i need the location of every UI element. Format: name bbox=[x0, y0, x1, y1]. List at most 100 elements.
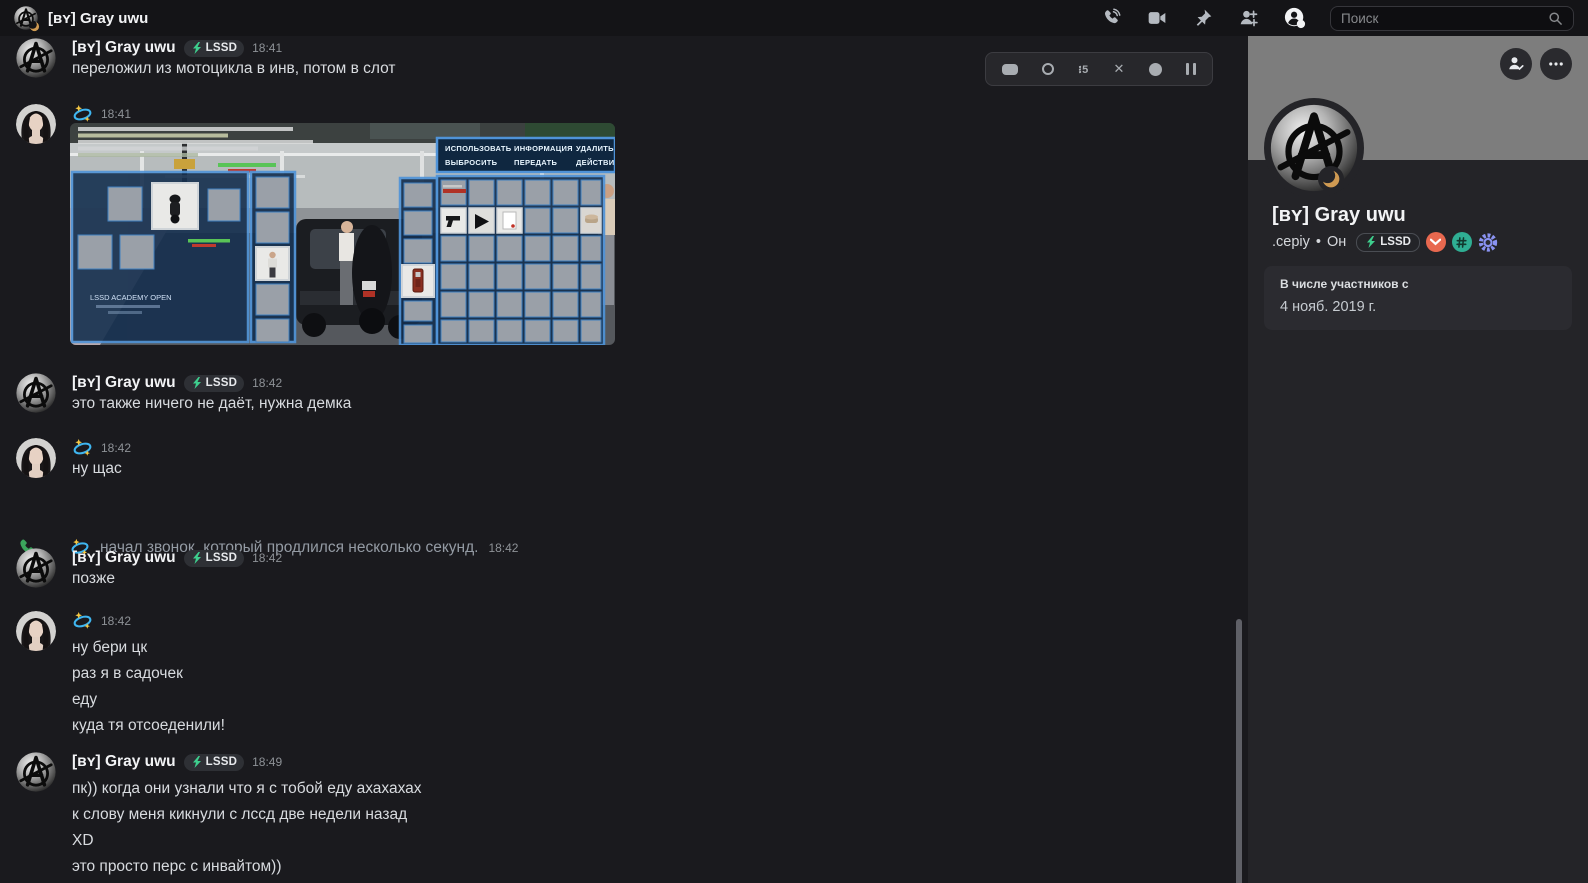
message-group: 18:42 ну щас bbox=[16, 438, 1196, 480]
inventory-grid bbox=[437, 176, 604, 345]
message-author[interactable]: [ʙʏ] Gray uwu bbox=[72, 549, 176, 567]
avatar-girl[interactable] bbox=[16, 611, 56, 651]
message-group: [ʙʏ] Gray uwu LSSD 18:49 пк)) когда они … bbox=[16, 752, 1196, 876]
message-timestamp: 18:42 bbox=[101, 614, 131, 628]
search-input[interactable] bbox=[1341, 11, 1540, 26]
comet-stars-emoji[interactable] bbox=[72, 611, 93, 632]
message-timestamp: 18:42 bbox=[252, 376, 282, 390]
dm-title[interactable]: [ʙʏ] Gray uwu bbox=[48, 10, 148, 27]
inv-btn-info: ИНФОРМАЦИЯ bbox=[514, 144, 573, 153]
chat-area: ᎒5 ✕ [ʙʏ] Gray uwu LSSD 18:41 переложил … bbox=[0, 36, 1248, 883]
member-since-date: 4 нояб. 2019 г. bbox=[1280, 299, 1556, 315]
comet-stars-emoji[interactable] bbox=[72, 104, 93, 125]
message-author[interactable]: [ʙʏ] Gray uwu bbox=[72, 39, 176, 57]
hud-lssd-text: LSSD ACADEMY OPEN bbox=[90, 293, 172, 302]
lightning-bolt-icon bbox=[191, 42, 202, 55]
message-author[interactable]: [ʙʏ] Gray uwu bbox=[72, 753, 176, 771]
message-text: ну щас bbox=[72, 458, 1196, 480]
inventory-equip-strip bbox=[251, 172, 295, 342]
avatar-gray-uwu[interactable] bbox=[16, 373, 56, 413]
inv-btn-action: ДЕЙСТВИЕ bbox=[576, 158, 615, 167]
lssd-tag-badge: LSSD bbox=[184, 40, 244, 57]
message-text: ну бери цк bbox=[72, 639, 1196, 657]
message-timestamp: 18:49 bbox=[252, 755, 282, 769]
dm-avatar[interactable] bbox=[14, 6, 38, 30]
message-author[interactable]: [ʙʏ] Gray uwu bbox=[72, 374, 176, 392]
avatar-gray-uwu[interactable] bbox=[16, 548, 56, 588]
separator-dot: • bbox=[1316, 234, 1321, 250]
lightning-bolt-icon bbox=[191, 377, 202, 390]
super-reaction-icon[interactable]: ᎒5 bbox=[1079, 62, 1090, 77]
message-group: [ʙʏ] Gray uwu LSSD 18:42 это также ничег… bbox=[16, 373, 1196, 415]
user-profile-panel: [ʙʏ] Gray uwu .cepiy • Он LSSD В числе у… bbox=[1248, 36, 1588, 883]
message-text: это также ничего не даёт, нужна демка bbox=[72, 393, 1196, 415]
lightning-bolt-icon bbox=[191, 552, 202, 565]
message-timestamp: 18:42 bbox=[252, 551, 282, 565]
lssd-tag-badge: LSSD bbox=[184, 550, 244, 567]
teal-hash-badge[interactable] bbox=[1452, 232, 1472, 252]
inventory-hotbar-strip bbox=[400, 178, 437, 345]
lightning-bolt-icon bbox=[1365, 236, 1376, 249]
start-video-call-icon[interactable] bbox=[1146, 7, 1168, 29]
inventory-actions-header: ИСПОЛЬЗОВАТЬ ИНФОРМАЦИЯ УДАЛИТЬ ВЫБРОСИТ… bbox=[437, 138, 615, 172]
idle-status-moon-icon bbox=[1318, 166, 1344, 192]
friend-added-button[interactable] bbox=[1500, 48, 1532, 80]
message-group: 18:42 ну бери цк раз я в садочек еду куд… bbox=[16, 611, 1196, 735]
message-group: 18:41 bbox=[16, 104, 1196, 124]
message-text: к слову меня кикнули с лссд две недели н… bbox=[72, 806, 1196, 824]
quick-reaction-icon[interactable] bbox=[1002, 64, 1018, 75]
profile-username-row: .cepiy • Он LSSD bbox=[1272, 232, 1498, 252]
search-box[interactable] bbox=[1330, 6, 1574, 31]
blue-orb-badge[interactable] bbox=[1478, 232, 1498, 252]
profile-display-name: [ʙʏ] Gray uwu bbox=[1272, 204, 1406, 227]
person-check-icon bbox=[1507, 55, 1525, 73]
message-timestamp: 18:41 bbox=[101, 107, 131, 121]
add-friends-to-dm-icon[interactable] bbox=[1238, 7, 1260, 29]
lssd-tag-badge: LSSD bbox=[1356, 233, 1420, 252]
message-group: [ʙʏ] Gray uwu LSSD 18:42 позже bbox=[16, 548, 1196, 590]
avatar-gray-uwu[interactable] bbox=[16, 38, 56, 78]
message-text: позже bbox=[72, 568, 1196, 590]
profile-more-button[interactable] bbox=[1540, 48, 1572, 80]
message-text: раз я в садочек bbox=[72, 665, 1196, 683]
ellipsis-icon bbox=[1547, 55, 1565, 73]
add-reaction-icon[interactable]: ✕ bbox=[1114, 61, 1125, 77]
message-text: пк)) когда они узнали что я с тобой еду … bbox=[72, 780, 1196, 798]
gta-inventory-screenshot: LSSD ACADEMY OPEN bbox=[70, 123, 615, 345]
message-text: XD bbox=[72, 832, 1196, 850]
avatar-gray-uwu[interactable] bbox=[16, 752, 56, 792]
dm-header-bar: [ʙʏ] Gray uwu bbox=[0, 0, 1588, 36]
red-chevron-badge[interactable] bbox=[1426, 232, 1446, 252]
start-voice-call-icon[interactable] bbox=[1100, 7, 1122, 29]
lssd-tag-badge: LSSD bbox=[184, 375, 244, 392]
message-text: еду bbox=[72, 691, 1196, 709]
reply-icon[interactable] bbox=[1149, 63, 1162, 76]
chat-scrollbar[interactable] bbox=[1236, 619, 1242, 883]
avatar-girl[interactable] bbox=[16, 104, 56, 144]
inv-btn-give: ПЕРЕДАТЬ bbox=[514, 158, 557, 167]
profile-avatar[interactable] bbox=[1264, 98, 1364, 198]
message-text: куда тя отсоеденили! bbox=[72, 717, 1196, 735]
search-icon bbox=[1548, 11, 1563, 26]
profile-username: .cepiy bbox=[1272, 234, 1310, 250]
pinned-messages-icon[interactable] bbox=[1192, 7, 1214, 29]
avatar-girl[interactable] bbox=[16, 438, 56, 478]
inventory-left-panel: LSSD ACADEMY OPEN bbox=[72, 172, 248, 342]
profile-pronoun: Он bbox=[1327, 234, 1346, 250]
lightning-bolt-icon bbox=[191, 756, 202, 769]
attachment-image-game-screenshot[interactable]: LSSD ACADEMY OPEN bbox=[70, 123, 615, 345]
app-window: ᎒5 ✕ [ʙʏ] Gray uwu LSSD 18:41 переложил … bbox=[0, 0, 1588, 883]
comet-stars-emoji[interactable] bbox=[72, 438, 93, 459]
inv-btn-use: ИСПОЛЬЗОВАТЬ bbox=[445, 144, 512, 153]
message-timestamp: 18:41 bbox=[252, 41, 282, 55]
lssd-tag-badge: LSSD bbox=[184, 754, 244, 771]
member-since-card: В числе участников с 4 нояб. 2019 г. bbox=[1264, 266, 1572, 330]
inv-btn-delete: УДАЛИТЬ bbox=[576, 144, 614, 153]
quick-reaction-2-icon[interactable] bbox=[1042, 63, 1054, 75]
user-profile-toggle-icon[interactable] bbox=[1284, 7, 1306, 29]
message-text: это просто перс с инвайтом)) bbox=[72, 858, 1196, 876]
idle-status-moon-icon bbox=[29, 21, 40, 32]
inv-btn-drop: ВЫБРОСИТЬ bbox=[445, 158, 498, 167]
member-since-label: В числе участников с bbox=[1280, 277, 1556, 291]
more-actions-icon[interactable] bbox=[1186, 63, 1196, 75]
